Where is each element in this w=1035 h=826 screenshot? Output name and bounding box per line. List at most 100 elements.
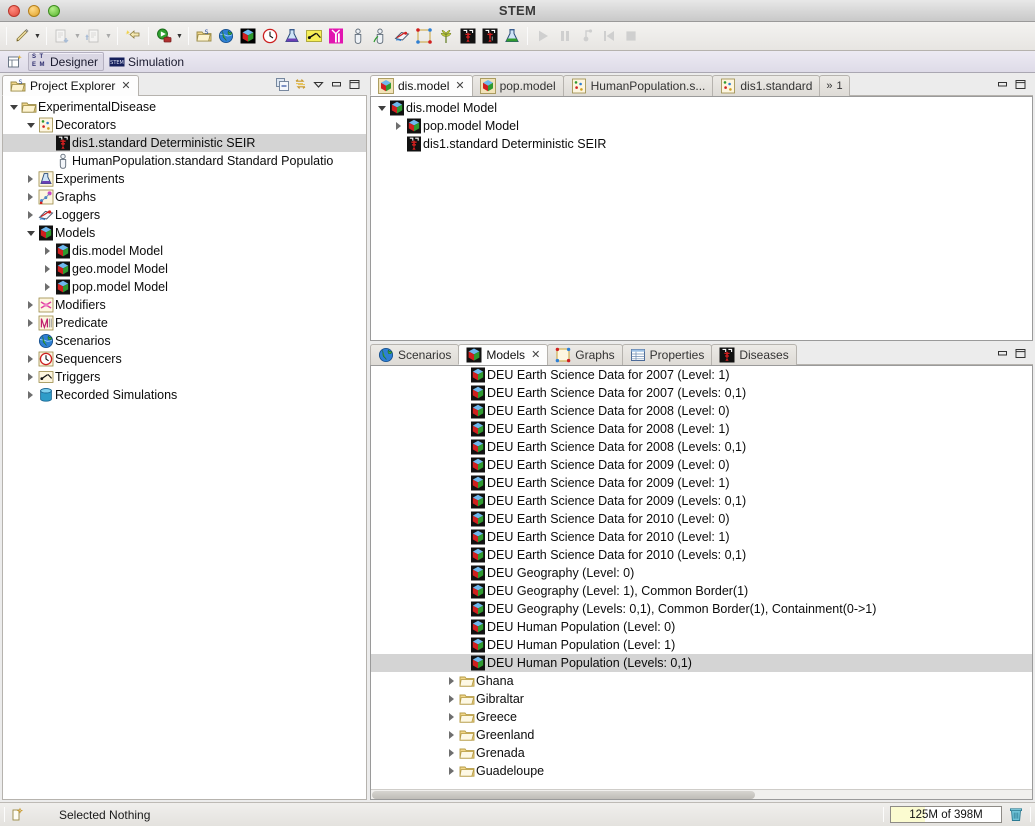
tree-twisty-open-icon[interactable] [375, 105, 388, 111]
list-item[interactable]: DEU Earth Science Data for 2008 (Level: … [371, 402, 1032, 420]
tree-row[interactable]: Triggers [3, 368, 366, 386]
list-item[interactable]: Greece [371, 708, 1032, 726]
open-perspective-icon[interactable] [4, 51, 26, 73]
flask-experiment-icon[interactable] [281, 25, 303, 47]
close-icon[interactable]: ✕ [121, 79, 130, 92]
pencil-dropdown-arrow-icon[interactable]: ▼ [33, 25, 42, 47]
tree-row[interactable]: dis.model Model [3, 242, 366, 260]
tree-twisty-closed-icon[interactable] [24, 193, 37, 201]
tree-twisty-closed-icon[interactable] [445, 767, 458, 775]
tree-twisty-closed-icon[interactable] [41, 247, 54, 255]
tree-twisty-closed-icon[interactable] [24, 301, 37, 309]
list-item[interactable]: DEU Earth Science Data for 2008 (Level: … [371, 420, 1032, 438]
tree-row[interactable]: Recorded Simulations [3, 386, 366, 404]
run-dropdown-arrow-icon[interactable]: ▼ [175, 25, 184, 47]
tree-twisty-closed-icon[interactable] [24, 391, 37, 399]
person-population-icon[interactable] [347, 25, 369, 47]
scrollbar-thumb[interactable] [372, 791, 756, 799]
tree-twisty-open-icon[interactable] [7, 104, 20, 110]
list-item[interactable]: DEU Earth Science Data for 2010 (Levels:… [371, 546, 1032, 564]
editor-body[interactable]: dis.model Model pop.model Model dis1.stand… [370, 96, 1033, 341]
tab-humanpopulation-standard[interactable]: HumanPopulation.s... [562, 75, 714, 96]
globe-scenario-icon[interactable] [215, 25, 237, 47]
tree-row[interactable]: Predicate [3, 314, 366, 332]
tab-diseases[interactable]: Diseases [711, 344, 797, 365]
heap-status-bar[interactable]: 125M of 398M [890, 806, 1002, 823]
clock-sequencer-icon[interactable] [259, 25, 281, 47]
tree-twisty-closed-icon[interactable] [24, 355, 37, 363]
models-list[interactable]: DEU Earth Science Data for 2007 (Level: … [371, 366, 1032, 799]
horizontal-scrollbar[interactable] [371, 789, 1032, 799]
flask-green-icon[interactable] [501, 25, 523, 47]
tab-scenarios[interactable]: Scenarios [370, 344, 460, 365]
tree-twisty-closed-icon[interactable] [41, 283, 54, 291]
tree-twisty-closed-icon[interactable] [24, 319, 37, 327]
maximize-icon[interactable] [1014, 78, 1027, 91]
logger-icon[interactable] [391, 25, 413, 47]
new-wizard-arrow-icon[interactable] [122, 25, 144, 47]
list-item[interactable]: DEU Geography (Level: 0) [371, 564, 1032, 582]
vaccine-icon[interactable] [325, 25, 347, 47]
list-item[interactable]: Ghana [371, 672, 1032, 690]
tab-project-explorer[interactable]: S Project Explorer ✕ [2, 75, 139, 96]
model-cubes-icon[interactable] [237, 25, 259, 47]
minimize-icon[interactable] [330, 78, 343, 91]
tree-row[interactable]: dis1.standard Deterministic SEIR [371, 135, 1032, 153]
tree-row[interactable]: dis1.standard Deterministic SEIR [3, 134, 366, 152]
chevron-down-icon[interactable] [312, 78, 325, 91]
tree-row[interactable]: pop.model Model [371, 117, 1032, 135]
tree-twisty-closed-icon[interactable] [24, 211, 37, 219]
list-item[interactable]: DEU Earth Science Data for 2008 (Levels:… [371, 438, 1032, 456]
tree-row[interactable]: Models [3, 224, 366, 242]
tab-graphs[interactable]: Graphs [547, 344, 623, 365]
tree-row[interactable]: pop.model Model [3, 278, 366, 296]
list-item[interactable]: DEU Human Population (Level: 1) [371, 636, 1032, 654]
list-item[interactable]: DEU Geography (Level: 1), Common Border(… [371, 582, 1032, 600]
graph-nodes-icon[interactable] [413, 25, 435, 47]
open-project-icon[interactable]: S [193, 25, 215, 47]
link-editor-icon[interactable] [294, 78, 307, 91]
list-item[interactable]: DEU Human Population (Level: 0) [371, 618, 1032, 636]
tree-row[interactable]: Experiments [3, 170, 366, 188]
tab-models[interactable]: Models ✕ [458, 344, 549, 365]
list-item[interactable]: Guadeloupe [371, 762, 1032, 780]
pencil-new-icon[interactable] [11, 25, 33, 47]
project-explorer-tree[interactable]: ExperimentalDisease Decorators dis1.standa… [3, 96, 366, 404]
list-item[interactable]: DEU Geography (Levels: 0,1), Common Bord… [371, 600, 1032, 618]
tree-row[interactable]: geo.model Model [3, 260, 366, 278]
perspective-designer[interactable]: STEM Designer [28, 52, 105, 71]
list-item[interactable]: DEU Earth Science Data for 2009 (Level: … [371, 456, 1032, 474]
minimize-icon[interactable] [996, 78, 1009, 91]
list-item[interactable]: DEU Earth Science Data for 2007 (Level: … [371, 366, 1032, 384]
disease-seir-i-icon[interactable]: I [479, 25, 501, 47]
tree-twisty-closed-icon[interactable] [445, 731, 458, 739]
tab-pop-model[interactable]: pop.model [471, 75, 564, 96]
tree-twisty-closed-icon[interactable] [445, 677, 458, 685]
tree-twisty-closed-icon[interactable] [41, 265, 54, 273]
perspective-simulation[interactable]: STEM Simulation [106, 52, 189, 71]
tree-twisty-open-icon[interactable] [24, 230, 37, 236]
tree-row[interactable]: HumanPopulation.standard Standard Popula… [3, 152, 366, 170]
editor-model-tree[interactable]: dis.model Model pop.model Model dis1.stand… [371, 97, 1032, 153]
tree-twisty-closed-icon[interactable] [24, 175, 37, 183]
close-icon[interactable]: ✕ [455, 79, 464, 92]
tree-twisty-closed-icon[interactable] [24, 373, 37, 381]
list-item[interactable]: DEU Earth Science Data for 2010 (Level: … [371, 510, 1032, 528]
tree-row[interactable]: Loggers [3, 206, 366, 224]
tree-twisty-closed-icon[interactable] [392, 122, 405, 130]
project-explorer-body[interactable]: ExperimentalDisease Decorators dis1.standa… [2, 96, 367, 800]
list-item[interactable]: DEU Earth Science Data for 2009 (Level: … [371, 474, 1032, 492]
tree-row[interactable]: dis.model Model [371, 99, 1032, 117]
minimize-icon[interactable] [996, 347, 1009, 360]
list-item[interactable]: DEU Human Population (Levels: 0,1) [371, 654, 1032, 672]
models-list-body[interactable]: DEU Earth Science Data for 2007 (Level: … [370, 365, 1033, 800]
tree-twisty-closed-icon[interactable] [445, 749, 458, 757]
tree-row[interactable]: Scenarios [3, 332, 366, 350]
tree-row[interactable]: Decorators [3, 116, 366, 134]
trash-icon[interactable] [1008, 806, 1024, 823]
maximize-icon[interactable] [1014, 347, 1027, 360]
tab-properties[interactable]: Properties [621, 344, 713, 365]
collapse-all-icon[interactable] [276, 77, 289, 91]
editor-overflow-tab[interactable]: » 1 [819, 75, 850, 96]
list-item[interactable]: Greenland [371, 726, 1032, 744]
